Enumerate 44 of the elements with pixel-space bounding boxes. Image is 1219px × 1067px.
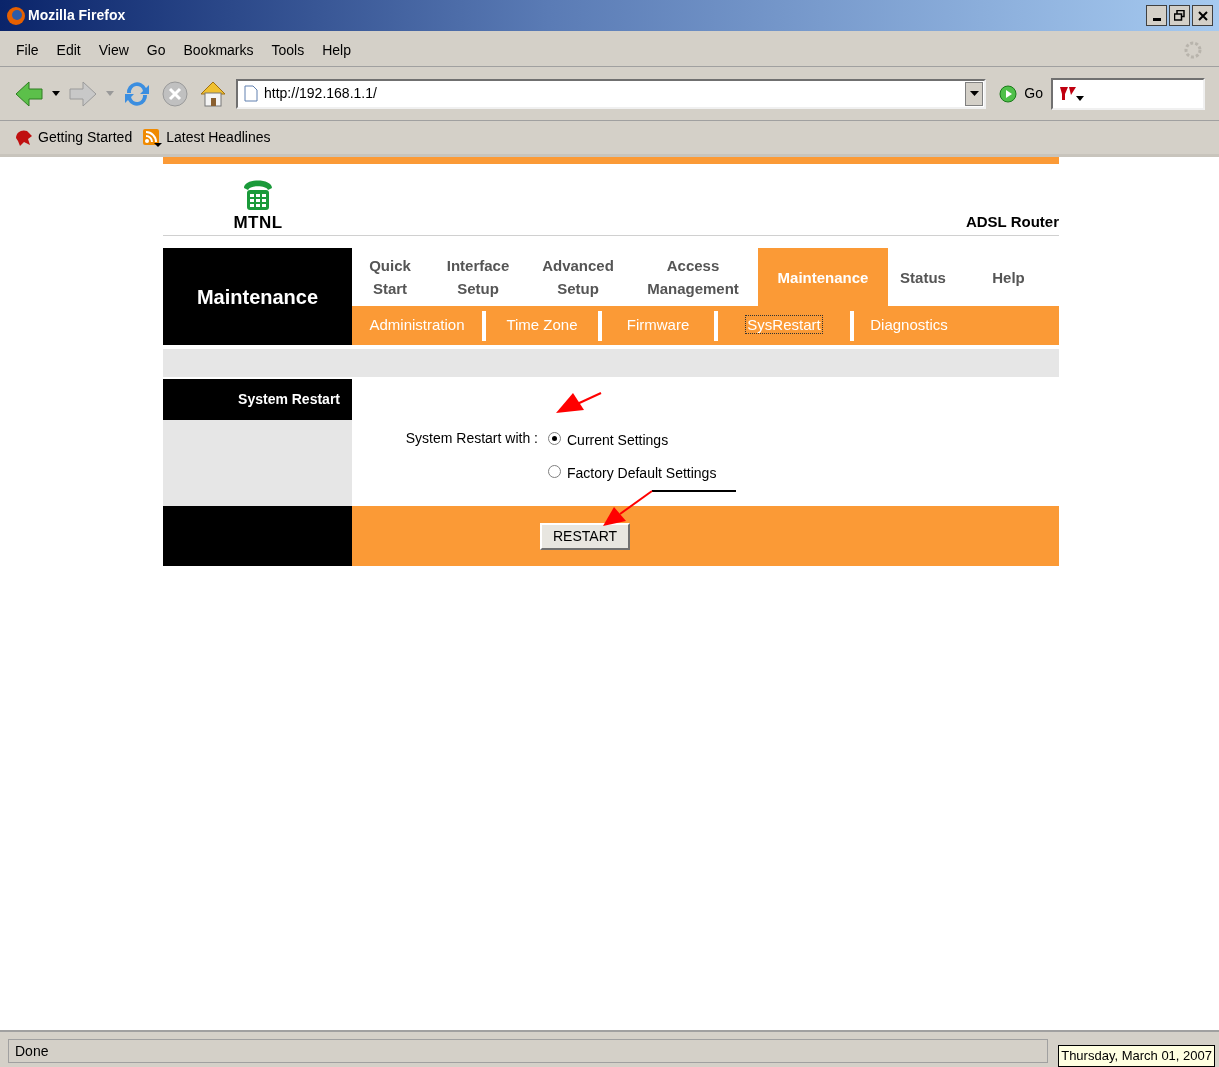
address-field[interactable]: http://192.168.1.1/ [236, 78, 987, 109]
radio-button[interactable] [548, 465, 561, 478]
stop-icon[interactable] [160, 78, 190, 109]
annotation-arrow [556, 392, 602, 413]
sidebar-heading: System Restart [163, 379, 352, 420]
bookmark-link[interactable]: Latest Headlines [142, 127, 271, 148]
brand-name: MTNL [233, 214, 283, 231]
restore-icon [1174, 10, 1185, 21]
minimize-button[interactable] [1146, 5, 1167, 26]
bookmark-icon [14, 127, 34, 148]
firefox-icon [6, 5, 26, 26]
window-title: Mozilla Firefox [28, 6, 126, 25]
date-tooltip: Thursday, March 01, 2007 [1058, 1045, 1215, 1067]
search-field[interactable] [1051, 77, 1205, 110]
dropdown-icon[interactable] [52, 90, 60, 97]
close-button[interactable] [1192, 5, 1213, 26]
menu-item[interactable]: Tools [271, 39, 305, 61]
minimize-icon [1152, 18, 1161, 21]
menu-item[interactable]: Bookmarks [183, 39, 254, 61]
menu-item[interactable]: File [16, 39, 39, 61]
status-text: Done [8, 1039, 1048, 1063]
menu-item[interactable]: Help [322, 39, 351, 61]
go-button[interactable]: Go [998, 83, 1043, 104]
restart-button[interactable]: RESTART [540, 522, 631, 550]
radio-button[interactable] [548, 432, 561, 445]
radio-label: Factory Default Settings [567, 464, 717, 483]
menu-item[interactable]: View [98, 39, 129, 61]
menu-item[interactable]: Edit [56, 39, 81, 61]
dropdown-button[interactable] [965, 81, 984, 106]
section-title: Maintenance [163, 248, 352, 345]
bookmark-link[interactable]: Getting Started [14, 127, 133, 148]
menu-item[interactable]: Go [146, 39, 166, 61]
caret-icon [969, 90, 979, 97]
rss-feed-icon [142, 127, 163, 148]
annotation-arrow [603, 490, 653, 526]
throbber-icon [1183, 40, 1203, 60]
radio-label: Current Settings [567, 431, 669, 450]
product-name: ADSL Router [965, 211, 1059, 232]
restore-button[interactable] [1169, 5, 1190, 26]
search-engine-icon[interactable] [1059, 84, 1085, 103]
field-label: System Restart with : [404, 429, 538, 448]
close-icon [1197, 10, 1208, 21]
page-icon [244, 85, 258, 102]
play-icon [998, 83, 1019, 104]
